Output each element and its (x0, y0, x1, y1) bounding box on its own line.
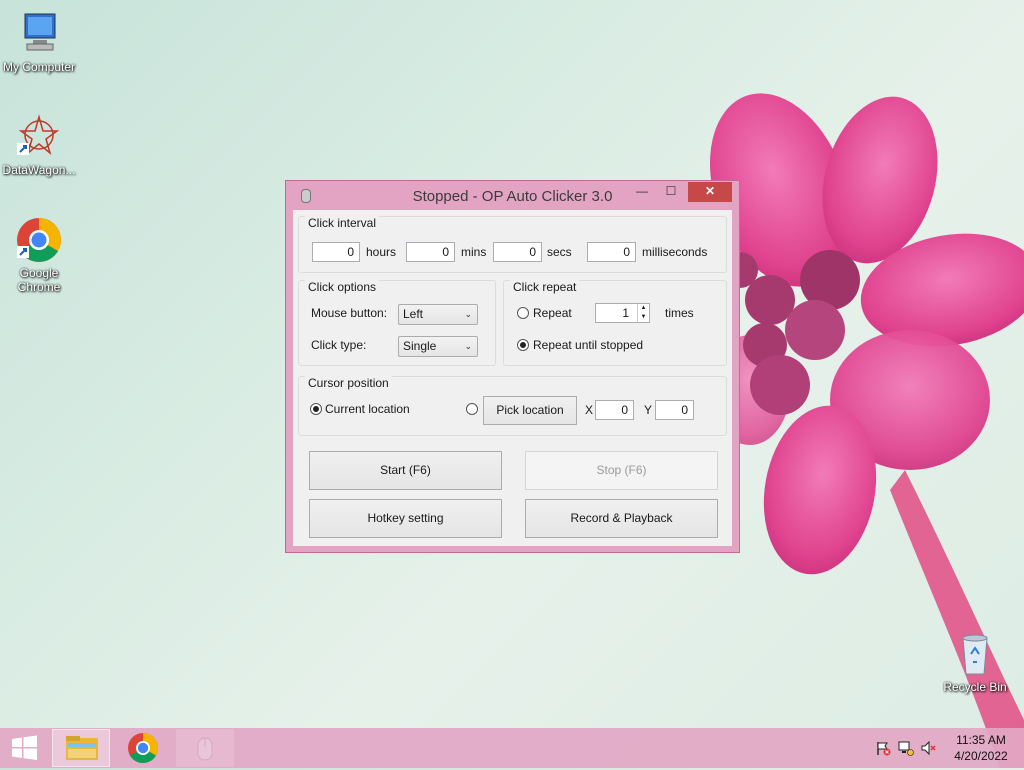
maximize-button[interactable]: ☐ (658, 182, 684, 202)
secs-input[interactable]: 0 (493, 242, 542, 262)
mouse-app-icon (197, 737, 213, 761)
volume-muted-icon[interactable] (921, 740, 937, 756)
desktop-icon-label: My Computer (2, 60, 76, 74)
op-auto-clicker-window: Stopped - OP Auto Clicker 3.0 — ☐ ✕ Clic… (285, 180, 740, 553)
clock-date: 4/20/2022 (954, 749, 1008, 763)
cursor-position-label: Cursor position (305, 376, 392, 390)
x-coordinate-input[interactable]: 0 (595, 400, 634, 420)
secs-label: secs (547, 245, 572, 259)
desktop-icon-label: Google Chrome (17, 266, 61, 294)
chevron-down-icon: ⌄ (464, 341, 472, 351)
clock-time: 11:35 AM (956, 733, 1006, 747)
hours-label: hours (366, 245, 397, 259)
taskbar-file-explorer[interactable] (52, 729, 110, 767)
mins-input[interactable]: 0 (406, 242, 455, 262)
windows-logo-icon (12, 735, 37, 760)
desktop-icon-label: DataWagon... (2, 163, 76, 177)
click-repeat-label: Click repeat (510, 280, 580, 294)
repeat-count-value: 1 (622, 306, 629, 320)
stepper-up-icon[interactable]: ▲ (637, 304, 649, 313)
repeat-until-stopped-radio[interactable] (517, 339, 529, 351)
x-label: X (585, 403, 594, 417)
desktop-icon-my-computer[interactable]: My Computer (0, 10, 79, 74)
y-coordinate-input[interactable]: 0 (655, 400, 694, 420)
clock[interactable]: 11:35 AM 4/20/2022 (950, 733, 1012, 763)
network-icon[interactable] (898, 740, 914, 756)
pick-location-button[interactable]: Pick location (483, 396, 577, 425)
y-label: Y (644, 403, 653, 417)
computer-icon (15, 10, 63, 58)
start-button[interactable]: Start (F6) (309, 451, 502, 490)
datawagon-icon (15, 113, 63, 161)
chevron-down-icon: ⌄ (464, 309, 472, 319)
milliseconds-label: milliseconds (642, 245, 708, 259)
current-location-label: Current location (325, 402, 410, 416)
chrome-icon (15, 216, 63, 264)
click-type-label: Click type: (311, 338, 367, 352)
repeat-label: Repeat (533, 306, 572, 320)
chrome-icon (128, 733, 159, 764)
desktop-icon-google-chrome[interactable]: Google Chrome (0, 216, 79, 294)
click-interval-label: Click interval (305, 216, 380, 230)
desktop-icon-recycle-bin[interactable]: Recycle Bin (935, 630, 1015, 694)
start-button[interactable] (0, 729, 48, 767)
taskbar-op-auto-clicker[interactable] (176, 729, 234, 767)
mouse-button-label: Mouse button: (311, 306, 388, 320)
hotkey-setting-button[interactable]: Hotkey setting (309, 499, 502, 538)
times-label: times (665, 306, 694, 320)
record-playback-button[interactable]: Record & Playback (525, 499, 718, 538)
taskbar: 11:35 AM 4/20/2022 (0, 728, 1024, 768)
milliseconds-input[interactable]: 0 (587, 242, 636, 262)
click-options-label: Click options (305, 280, 380, 294)
click-repeat-group: Click repeat (503, 280, 727, 366)
file-explorer-icon (66, 736, 98, 760)
window-client-area: Click interval 0 hours 0 mins 0 secs 0 m… (293, 210, 732, 546)
mouse-button-select[interactable]: Left ⌄ (398, 304, 478, 325)
repeat-radio[interactable] (517, 307, 529, 319)
current-location-radio[interactable] (310, 403, 322, 415)
mins-label: mins (461, 245, 487, 259)
action-center-flag-icon[interactable] (875, 740, 891, 756)
hours-input[interactable]: 0 (312, 242, 360, 262)
title-bar[interactable]: Stopped - OP Auto Clicker 3.0 — ☐ ✕ (286, 181, 739, 211)
close-button[interactable]: ✕ (688, 182, 732, 202)
click-type-select[interactable]: Single ⌄ (398, 336, 478, 357)
desktop-icon-datawagon[interactable]: DataWagon... (0, 113, 79, 177)
stepper-down-icon[interactable]: ▼ (637, 313, 649, 322)
click-type-value: Single (403, 339, 437, 353)
stop-button[interactable]: Stop (F6) (525, 451, 718, 490)
pick-location-radio[interactable] (466, 403, 478, 415)
recycle-bin-icon (951, 630, 999, 678)
desktop-icon-label: Recycle Bin (943, 680, 1007, 694)
mouse-button-value: Left (403, 307, 424, 321)
minimize-button[interactable]: — (629, 182, 655, 202)
taskbar-chrome[interactable] (114, 729, 172, 767)
repeat-until-stopped-label: Repeat until stopped (533, 338, 644, 352)
